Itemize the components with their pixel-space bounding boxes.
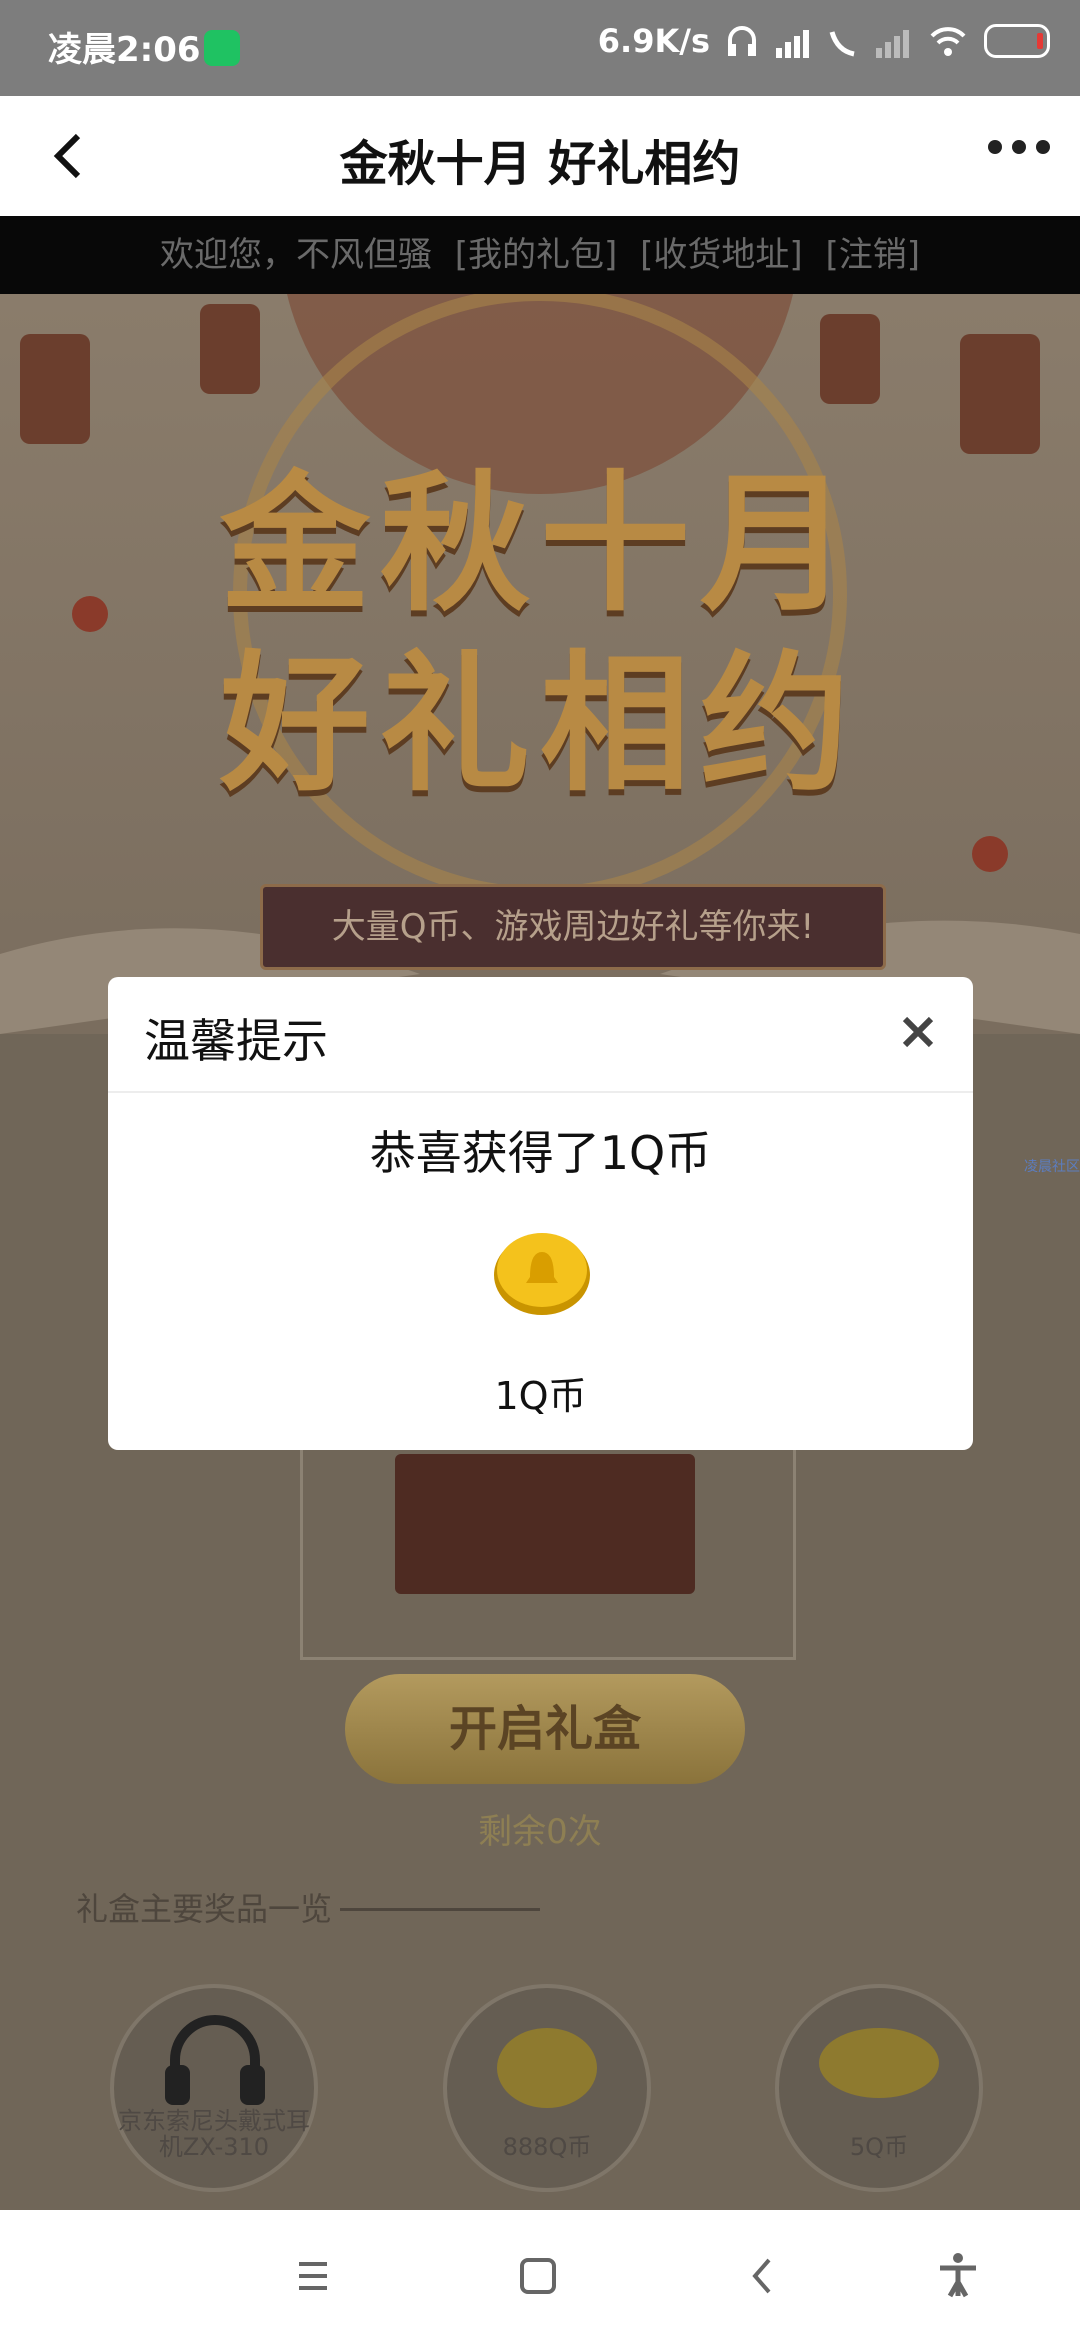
signal-off-icon xyxy=(876,30,909,58)
dialog-header: 温馨提示 xyxy=(108,977,973,1093)
status-icons: 6.9K/s xyxy=(598,22,1050,60)
reward-dialog: 温馨提示 恭喜获得了1Q币 1Q币 xyxy=(108,977,973,1450)
dialog-message: 恭喜获得了1Q币 xyxy=(369,1126,712,1180)
side-watermark: 凌晨社区 xyxy=(1024,1159,1080,1175)
headphone-icon xyxy=(728,26,756,56)
back-icon[interactable] xyxy=(735,2248,791,2304)
prize-item-5-qcoins: 5Q币 xyxy=(775,1984,983,2192)
battery-icon xyxy=(984,24,1050,58)
welcome-greeting: 欢迎您，不风但骚 xyxy=(159,235,432,275)
hero-title: 金秋十月 好礼相约 xyxy=(120,454,960,814)
welcome-bar: 欢迎您，不风但骚 [我的礼包] [收货地址] [注销] xyxy=(0,216,1080,294)
prize-label: 888Q币 xyxy=(502,2133,592,2161)
remaining-count: 剩余0次 xyxy=(478,1812,602,1852)
open-gift-box-button[interactable]: 开启礼盒 xyxy=(345,1674,745,1784)
headphones-icon xyxy=(165,2015,265,2105)
heading-divider xyxy=(340,1908,540,1911)
net-speed: 6.9K/s xyxy=(597,22,710,60)
wifi-icon xyxy=(930,27,966,56)
prize-item-headphones: 京东索尼头戴式耳机ZX-310 xyxy=(110,1984,318,2192)
hero-subtitle: 大量Q币、游戏周边好礼等你来! xyxy=(260,884,886,970)
my-gifts-link[interactable]: [我的礼包] xyxy=(455,235,618,275)
status-time: 凌晨2:06 xyxy=(48,30,201,70)
gift-chest-image xyxy=(395,1454,695,1594)
prize-list-heading: 礼盒主要奖品一览 xyxy=(76,1890,333,1928)
accessibility-icon[interactable] xyxy=(930,2248,986,2304)
hero-title-line2: 好礼相约 xyxy=(219,636,860,812)
nav-bar: 金秋十月 好礼相约 xyxy=(0,96,1080,216)
call-icon xyxy=(829,31,855,57)
close-icon[interactable] xyxy=(893,1007,943,1057)
system-nav-bar xyxy=(0,2210,1080,2340)
more-options-icon[interactable] xyxy=(988,140,1050,154)
coin-stack-icon xyxy=(497,2028,597,2108)
menu-icon[interactable] xyxy=(285,2248,341,2304)
q-coin-icon xyxy=(494,1233,590,1315)
home-square-icon[interactable] xyxy=(510,2248,566,2304)
shipping-address-link[interactable]: [收货地址] xyxy=(640,235,803,275)
hero-title-line1: 金秋十月 xyxy=(219,456,860,632)
prize-label: 5Q币 xyxy=(849,2133,909,2161)
page-title: 金秋十月 好礼相约 xyxy=(339,136,741,192)
coins-icon xyxy=(819,2028,939,2098)
wechat-notification-icon xyxy=(204,30,240,66)
logout-link[interactable]: [注销] xyxy=(825,235,920,275)
prize-item-888-qcoins: 888Q币 xyxy=(443,1984,651,2192)
dialog-title: 温馨提示 xyxy=(144,1014,328,1068)
hero-banner: 金秋十月 好礼相约 大量Q币、游戏周边好礼等你来! xyxy=(0,294,1080,1034)
status-bar: 凌晨2:06 6.9K/s xyxy=(0,0,1080,96)
signal-hd-icon xyxy=(776,30,809,58)
prize-label: 京东索尼头戴式耳机ZX-310 xyxy=(118,2107,310,2161)
reward-label: 1Q币 xyxy=(494,1374,587,1418)
